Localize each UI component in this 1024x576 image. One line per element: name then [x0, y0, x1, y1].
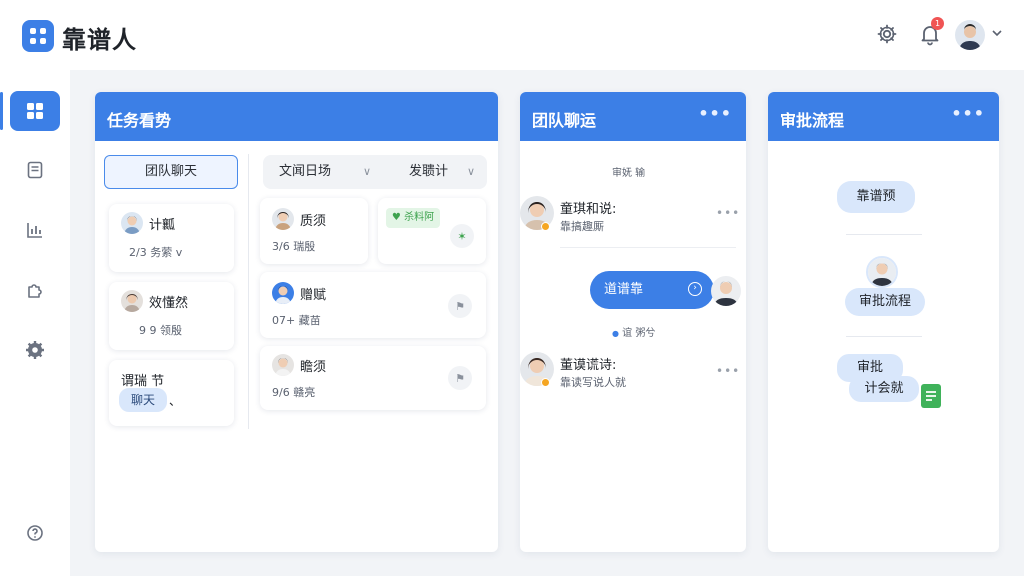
message-author: 童琪和说:: [560, 202, 617, 217]
document-icon[interactable]: [921, 384, 941, 408]
card-meta: 07+ 藏苗: [272, 314, 321, 327]
help-icon[interactable]: [10, 513, 60, 553]
task-card[interactable]: 质须 3/6 瑞殷: [260, 198, 368, 264]
message-text: 靠读写说人就: [560, 376, 626, 389]
kanban-title: 任务看势: [107, 111, 172, 130]
chat-header: 团队聊运 •••: [520, 92, 746, 141]
divider: [846, 234, 922, 235]
card-title: 计瓤: [149, 218, 176, 233]
message-author: 董谟谎诗:: [560, 358, 617, 373]
read-dot-icon: ●: [612, 329, 619, 338]
avatar: [121, 290, 143, 312]
puzzle-icon[interactable]: [10, 270, 60, 310]
more-icon[interactable]: •••: [716, 206, 740, 220]
kanban-header: 任务看势: [95, 92, 498, 141]
filter-plan-label: 发聩计: [409, 164, 449, 179]
read-status: ● 谊 粥兮: [612, 324, 655, 339]
avatar: [272, 354, 294, 376]
chat-date-label: 审妩 输: [612, 168, 646, 179]
approval-step[interactable]: 靠谱预: [837, 181, 915, 213]
app-title: 靠谱人: [62, 26, 137, 54]
approval-header: 审批流程 •••: [768, 92, 999, 141]
chevron-down-icon: ∨: [466, 165, 475, 178]
notification-badge: 1: [931, 17, 944, 30]
document-icon[interactable]: [10, 150, 60, 190]
message-text: 靠搞趣厮: [560, 220, 604, 233]
grid-logo-icon[interactable]: [22, 20, 54, 52]
avatar: [711, 276, 741, 306]
card-title: 质须: [300, 214, 327, 229]
settings-icon[interactable]: [10, 330, 60, 370]
card-title: 瞻须: [300, 360, 327, 375]
tab-team-chat[interactable]: 团队聊天: [104, 155, 238, 189]
dashboard-icon[interactable]: [10, 91, 60, 131]
card-meta: 9/6 赣亮: [272, 386, 316, 399]
task-card[interactable]: 瞻须 9/6 赣亮 ⚑: [260, 346, 486, 410]
task-card[interactable]: 谓瑞 节 聊天 、: [109, 360, 234, 426]
column-divider: [248, 154, 249, 429]
avatar: [272, 208, 294, 230]
more-icon[interactable]: •••: [698, 104, 732, 123]
chart-icon[interactable]: [10, 210, 60, 250]
send-icon[interactable]: ›: [688, 282, 702, 296]
approval-panel: 审批流程 ••• 靠谱预 审批流程 审批 计会就: [768, 92, 999, 552]
bubble-text: 道谱靠: [604, 282, 644, 297]
card-mark: 、: [169, 394, 182, 408]
card-title: 效懂然: [149, 296, 189, 311]
card-title: 赠赋: [300, 288, 327, 303]
card-title: 谓瑞 节: [121, 374, 165, 389]
divider: [560, 247, 736, 248]
chevron-down-icon: ∨: [362, 165, 371, 178]
link-icon[interactable]: ✶: [450, 224, 474, 248]
avatar: [272, 282, 294, 304]
sidebar: [0, 70, 70, 576]
card-meta: 9 9 领殷: [139, 324, 182, 337]
kanban-panel: 任务看势 团队聊天 文闻日场 ∨ 发聩计 ∨ 计瓤 2/3 务萦 v 效懂然 9…: [95, 92, 498, 552]
more-icon[interactable]: •••: [951, 104, 985, 123]
chat-panel: 团队聊运 ••• 审妩 输 童琪和说: 靠搞趣厮 ••• 道谱靠 › ● 谊 粥…: [520, 92, 746, 552]
filter-date-label: 文闻日场: [279, 164, 332, 179]
online-status: [541, 222, 550, 231]
flag-icon[interactable]: ⚑: [448, 366, 472, 390]
avatar: [121, 212, 143, 234]
approval-step-sub[interactable]: 计会就: [849, 376, 919, 402]
filter-date[interactable]: 文闻日场 ∨: [263, 155, 383, 189]
chat-chip[interactable]: 聊天: [119, 388, 167, 412]
avatar: [866, 256, 898, 288]
card-meta: 2/3 务萦 v: [129, 246, 183, 259]
status-tag: ♥ 杀料阿: [386, 208, 440, 228]
approval-step[interactable]: 审批流程: [845, 288, 925, 316]
filter-plan[interactable]: 发聩计 ∨: [383, 155, 487, 189]
task-card[interactable]: 计瓤 2/3 务萦 v: [109, 204, 234, 272]
chevron-down-icon[interactable]: [990, 25, 1004, 39]
top-bar: 靠谱人 1: [0, 0, 1024, 70]
card-meta: 3/6 瑞殷: [272, 240, 316, 253]
status-card[interactable]: ♥ 杀料阿 ✶: [378, 198, 486, 264]
approval-title: 审批流程: [780, 111, 845, 130]
flag-icon[interactable]: ⚑: [448, 294, 472, 318]
gear-icon[interactable]: [875, 22, 899, 46]
more-icon[interactable]: •••: [716, 364, 740, 378]
read-status-text: 谊 粥兮: [622, 328, 656, 339]
task-card[interactable]: 效懂然 9 9 领殷: [109, 282, 234, 350]
sent-message-bubble[interactable]: 道谱靠 ›: [590, 271, 714, 309]
online-status: [541, 378, 550, 387]
active-indicator: [0, 92, 3, 130]
chat-title: 团队聊运: [532, 111, 597, 130]
user-avatar[interactable]: [955, 20, 985, 50]
divider: [846, 336, 922, 337]
task-card[interactable]: 赠赋 07+ 藏苗 ⚑: [260, 272, 486, 338]
